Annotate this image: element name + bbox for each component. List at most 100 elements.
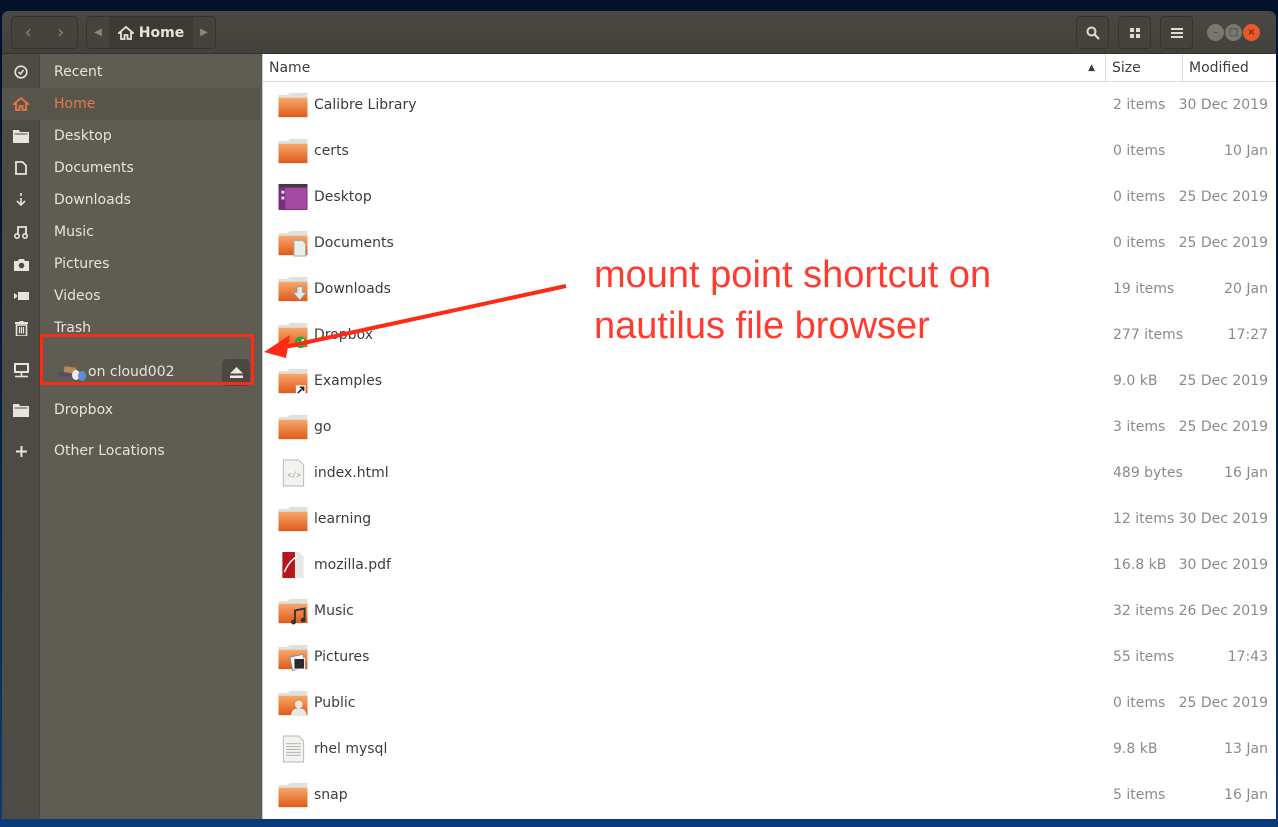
search-button[interactable] [1076, 16, 1109, 49]
file-name: Examples [314, 373, 383, 389]
view-toggle-button[interactable] [1118, 16, 1151, 49]
sidebar-item-home[interactable]: Home [2, 88, 260, 120]
svg-text:</>: </> [287, 470, 301, 479]
file-modified: 30 Dec 2019 [1178, 557, 1268, 573]
sidebar-item-documents[interactable]: Documents [2, 152, 260, 184]
file-size: 16.8 kB [1113, 557, 1167, 573]
annotation-text: mount point shortcut on nautilus file br… [594, 250, 991, 352]
sidebar: Recent Home Desktop Documents Downloads … [2, 54, 260, 819]
file-name: Dropbox [314, 327, 373, 343]
column-header-size[interactable]: Size [1106, 54, 1183, 82]
file-modified: 16 Jan [1224, 787, 1268, 803]
sidebar-item-trash[interactable]: Trash [2, 312, 260, 344]
eject-button[interactable] [222, 359, 250, 386]
sidebar-item-label: Recent [54, 64, 103, 80]
clock-icon [14, 65, 28, 79]
menu-button[interactable] [1160, 16, 1193, 49]
forward-button[interactable]: › [45, 22, 78, 43]
file-name: Music [314, 603, 354, 619]
maximize-button[interactable]: □ [1225, 24, 1242, 41]
sidebar-item-recent[interactable]: Recent [2, 56, 260, 88]
triangle-right-icon: ▶ [200, 27, 208, 38]
file-modified: 17:27 [1227, 327, 1268, 343]
file-name: go [314, 419, 332, 435]
close-icon: × [1247, 27, 1256, 38]
sidebar-item-pictures[interactable]: Pictures [2, 248, 260, 280]
sidebar-item-label: Other Locations [54, 443, 165, 459]
sidebar-item-downloads[interactable]: Downloads [2, 184, 260, 216]
file-name: Calibre Library [314, 97, 417, 113]
sidebar-item-label: Downloads [54, 192, 131, 208]
folder-icon [278, 414, 308, 440]
sidebar-item-label: Pictures [54, 256, 110, 272]
file-manager-window: ‹ › ◀ Home ▶ – □ × Recent Home Desktop D… [2, 11, 1276, 819]
html-icon: </> [282, 459, 305, 487]
file-modified: 10 Jan [1224, 143, 1268, 159]
column-header-label: Modified [1189, 60, 1249, 76]
desktop-icon [278, 183, 308, 211]
path-scroll-right-button[interactable]: ▶ [193, 17, 215, 48]
text-icon [282, 735, 305, 763]
back-button[interactable]: ‹ [12, 22, 45, 43]
file-size: 0 items [1113, 143, 1166, 159]
file-modified: 16 Jan [1224, 465, 1268, 481]
file-row[interactable]: learning 12 items 30 Dec 2019 [263, 496, 1276, 542]
file-name: Desktop [314, 189, 372, 205]
column-header-modified[interactable]: Modified [1183, 54, 1276, 82]
file-row[interactable]: rhel mysql 9.8 kB 13 Jan [263, 726, 1276, 772]
home-icon [117, 25, 134, 40]
column-header-name[interactable]: Name ▲ [263, 54, 1106, 82]
file-name: Pictures [314, 649, 370, 665]
path-home-button[interactable]: Home [109, 17, 193, 48]
sidebar-item-mount-cloud002[interactable]: on cloud002 [40, 350, 254, 394]
header-bar: ‹ › ◀ Home ▶ – □ × [2, 11, 1276, 54]
file-size: 0 items [1113, 235, 1166, 251]
navigation-buttons: ‹ › [11, 16, 78, 49]
minimize-button[interactable]: – [1207, 24, 1224, 41]
music-icon [14, 226, 28, 239]
sidebar-item-other-locations[interactable]: Other Locations [2, 435, 260, 467]
maximize-icon: □ [1228, 27, 1239, 38]
sidebar-item-desktop[interactable]: Desktop [2, 120, 260, 152]
file-row[interactable]: Music 32 items 26 Dec 2019 [263, 588, 1276, 634]
file-row[interactable]: Calibre Library 2 items 30 Dec 2019 [263, 82, 1276, 128]
grid-view-icon [1129, 27, 1140, 38]
download-icon [16, 193, 26, 207]
folder-icon [278, 506, 308, 532]
file-row[interactable]: </> index.html 489 bytes 16 Jan [263, 450, 1276, 496]
folder-icon [13, 130, 29, 143]
triangle-left-icon: ◀ [94, 27, 102, 38]
file-name: learning [314, 511, 372, 527]
close-button[interactable]: × [1243, 24, 1260, 41]
file-row[interactable]: mozilla.pdf 16.8 kB 30 Dec 2019 [263, 542, 1276, 588]
file-row[interactable]: snap 5 items 16 Jan [263, 772, 1276, 818]
folder-pictures-icon [278, 644, 308, 671]
file-size: 9.0 kB [1113, 373, 1158, 389]
folder-music-icon [278, 598, 308, 625]
camera-icon [13, 258, 29, 271]
sidebar-item-label: Home [54, 96, 96, 112]
home-icon [13, 97, 29, 111]
file-name: Downloads [314, 281, 391, 297]
file-row[interactable]: Examples 9.0 kB 25 Dec 2019 [263, 358, 1276, 404]
file-row[interactable]: go 3 items 25 Dec 2019 [263, 404, 1276, 450]
file-row[interactable]: Desktop 0 items 25 Dec 2019 [263, 174, 1276, 220]
file-row[interactable]: certs 0 items 10 Jan [263, 128, 1276, 174]
sidebar-item-dropbox[interactable]: Dropbox [2, 394, 260, 426]
file-row[interactable]: Public 0 items 25 Dec 2019 [263, 680, 1276, 726]
sidebar-item-network-mount-icon-cell[interactable] [2, 354, 40, 386]
document-icon [15, 161, 27, 175]
file-modified: 25 Dec 2019 [1178, 235, 1268, 251]
file-name: index.html [314, 465, 389, 481]
path-current-label: Home [138, 24, 185, 41]
file-row[interactable]: Pictures 55 items 17:43 [263, 634, 1276, 680]
folder-icon [13, 404, 29, 417]
sidebar-item-videos[interactable]: Videos [2, 280, 260, 312]
sidebar-item-music[interactable]: Music [2, 216, 260, 248]
video-icon [13, 292, 29, 300]
path-bar: ◀ Home ▶ [86, 16, 216, 49]
path-scroll-left-button[interactable]: ◀ [87, 17, 109, 48]
file-size: 0 items [1113, 695, 1166, 711]
minimize-icon: – [1213, 27, 1218, 38]
hamburger-menu-icon [1170, 27, 1183, 38]
